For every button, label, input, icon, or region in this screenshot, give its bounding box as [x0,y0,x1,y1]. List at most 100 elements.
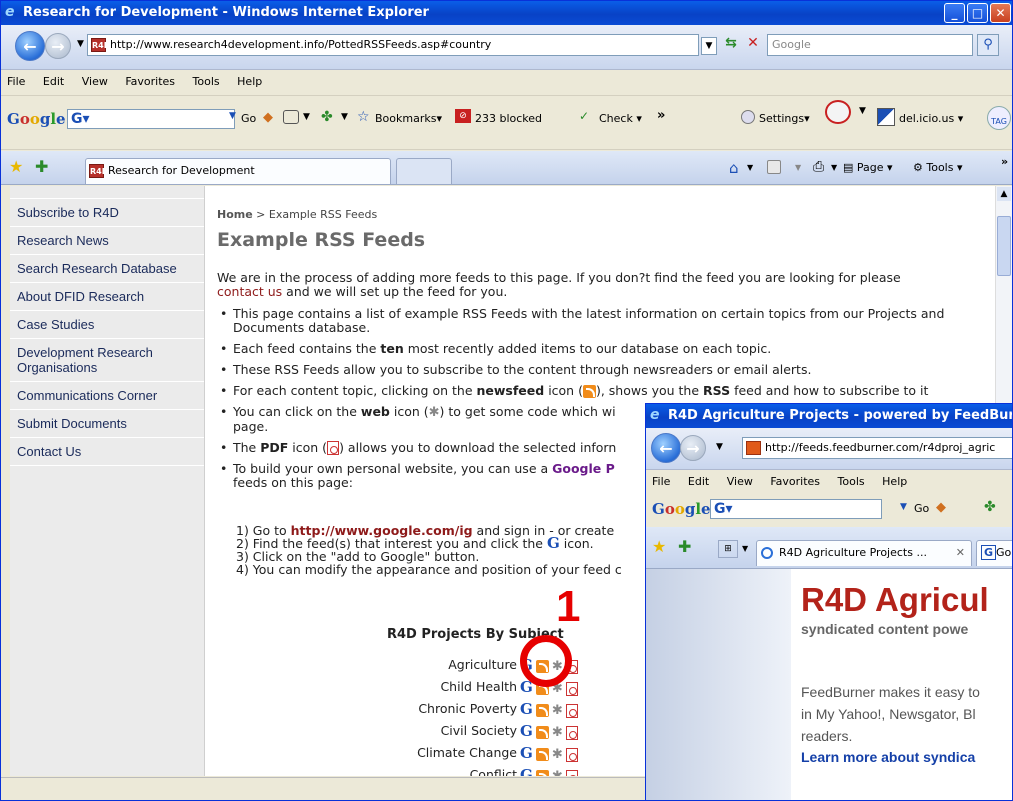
tab-r4d-agriculture[interactable]: R4D Agriculture Projects ... ✕ [756,540,972,566]
bookmarks-button[interactable]: Bookmarks▾ [375,112,442,125]
search-icon[interactable]: ⚲ [977,34,999,56]
popup-add-favorites-icon[interactable]: ✚ [678,537,691,556]
tab-chevron-icon[interactable]: » [1001,155,1008,168]
pdf-download-icon[interactable] [565,725,578,740]
mail-dropdown-icon[interactable]: ▼ [859,106,866,116]
sidebar-item-research-news[interactable]: Research News [10,227,204,255]
sidebar-item-case-studies[interactable]: Case Studies [10,311,204,339]
home-icon[interactable]: ⌂ [729,159,739,177]
add-to-google-icon[interactable]: G [520,722,533,740]
puzzle-dropdown-icon[interactable]: ▼ [341,112,348,122]
scroll-thumb[interactable] [997,216,1011,276]
popup-forward-button[interactable]: → [680,435,706,461]
tab-research-for-development[interactable]: R4D Research for Development [85,158,391,184]
feeds-dropdown-icon[interactable]: ▼ [795,163,801,172]
web-code-icon[interactable]: ✱ [552,702,563,720]
learn-more-link[interactable]: Learn more about syndica [801,749,975,765]
address-dropdown-icon[interactable]: ▼ [701,37,717,55]
page-menu-button[interactable]: ▤ Page ▾ [843,161,893,174]
google-search-field[interactable]: G▾ [67,109,235,129]
search-input[interactable]: Google [767,34,973,56]
add-favorites-icon[interactable]: ✚ [35,157,48,176]
popup-menu-favorites[interactable]: Favorites [770,475,820,488]
web-code-icon[interactable]: ✱ [552,724,563,742]
menu-tools[interactable]: Tools [193,75,220,88]
mail-notify-icon[interactable] [825,100,851,124]
sidebar-item-submit-documents[interactable]: Submit Documents [10,410,204,438]
rss-feed-icon[interactable] [535,748,549,761]
web-code-icon[interactable]: ✱ [552,768,563,777]
menu-favorites[interactable]: Favorites [125,75,175,88]
bookmark-star-icon[interactable]: ☆ [357,109,370,125]
sidebar-item-communications[interactable]: Communications Corner [10,382,204,410]
tab-google[interactable]: G Go [976,540,1012,566]
refresh-icon[interactable]: ⇆ [721,35,741,55]
popup-history-dropdown-icon[interactable]: ▼ [716,442,723,452]
forward-button[interactable]: → [45,33,71,59]
close-button[interactable]: ✕ [990,3,1011,23]
tab-list-dropdown-icon[interactable]: ▼ [742,544,748,553]
sidebar-item-search-database[interactable]: Search Research Database [10,255,204,283]
minimize-button[interactable]: _ [944,3,965,23]
sidebar-item-development-orgs[interactable]: Development Research Organisations [10,339,204,382]
add-to-google-icon[interactable]: G [520,744,533,762]
stop-icon[interactable]: ✕ [743,35,763,55]
close-tab-icon[interactable]: ✕ [956,541,965,565]
quick-tabs-icon[interactable]: ⊞ [718,540,738,558]
back-button[interactable]: ← [15,31,45,61]
popup-back-button[interactable]: ← [651,433,681,463]
menu-file[interactable]: File [7,75,25,88]
favorites-star-icon[interactable]: ★ [9,157,23,176]
google-dropdown-icon[interactable]: ▼ [229,111,236,121]
settings-button[interactable]: Settings▾ [759,112,810,125]
popup-dropdown-icon[interactable]: ▼ [303,112,310,122]
blocked-count[interactable]: 233 blocked [475,112,542,125]
rss-feed-icon[interactable] [535,770,549,776]
popup-google-search-field[interactable]: G▾ [710,499,882,519]
rss-feed-icon[interactable] [535,704,549,717]
google-go-button[interactable]: Go [241,112,256,125]
popup-go-button[interactable]: Go [914,502,929,515]
web-code-icon[interactable]: ✱ [552,746,563,764]
popup-menu-edit[interactable]: Edit [688,475,709,488]
address-field[interactable]: R4D http://www.research4development.info… [87,34,699,56]
scroll-up-icon[interactable]: ▲ [997,187,1011,201]
sidebar-item-subscribe[interactable]: Subscribe to R4D [10,198,204,227]
new-tab-button[interactable] [396,158,452,184]
rss-feed-icon[interactable] [535,726,549,739]
tools-menu-button[interactable]: ⚙ Tools ▾ [913,161,963,174]
popup-favorites-star-icon[interactable]: ★ [652,537,666,556]
maximize-button[interactable]: □ [967,3,988,23]
popup-icon[interactable] [283,110,299,124]
more-chevron-icon[interactable]: » [657,108,665,123]
popup-google-dropdown-icon[interactable]: ▼ [900,502,907,512]
popup-puzzle-icon[interactable]: ✤ [984,499,996,515]
popup-menu-tools[interactable]: Tools [838,475,865,488]
menu-view[interactable]: View [82,75,108,88]
print-icon[interactable]: ⎙ [813,159,824,175]
sidebar-item-about-dfid[interactable]: About DFID Research [10,283,204,311]
popup-menu-file[interactable]: File [652,475,670,488]
pagerank-icon[interactable]: ◆ [263,110,273,125]
popup-menu-help[interactable]: Help [882,475,907,488]
pdf-download-icon[interactable] [565,747,578,762]
popup-menu-view[interactable]: View [727,475,753,488]
delicious-button[interactable]: del.icio.us ▾ [899,112,963,125]
sidebar-item-contact-us[interactable]: Contact Us [10,438,204,466]
check-button[interactable]: Check ▾ [599,112,642,125]
tag-button[interactable]: TAG [987,106,1011,130]
popup-address-field[interactable]: http://feeds.feedburner.com/r4dproj_agri… [742,437,1012,459]
pdf-download-icon[interactable] [565,703,578,718]
menu-help[interactable]: Help [237,75,262,88]
puzzle-icon[interactable]: ✤ [321,109,333,125]
menu-edit[interactable]: Edit [43,75,64,88]
feeds-icon[interactable] [767,160,781,174]
pdf-download-icon[interactable] [565,769,578,776]
history-dropdown-icon[interactable]: ▼ [77,39,84,49]
contact-us-link[interactable]: contact us [217,284,282,299]
breadcrumb-home-link[interactable]: Home [217,208,253,221]
print-dropdown-icon[interactable]: ▼ [831,163,837,172]
add-to-google-icon[interactable]: G [520,766,533,776]
add-to-google-icon[interactable]: G [520,700,533,718]
home-dropdown-icon[interactable]: ▼ [747,163,753,172]
